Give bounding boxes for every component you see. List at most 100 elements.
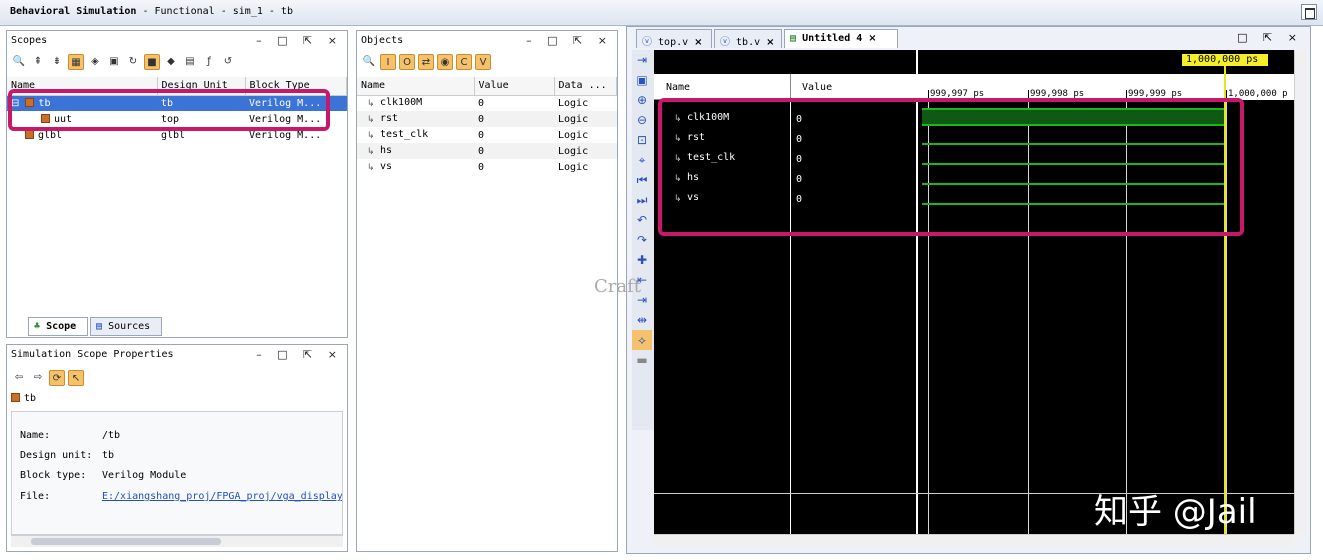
task-filter-icon[interactable]: ▤ [182,54,198,70]
zoom-in-icon[interactable]: ⊕ [632,90,652,110]
properties-toolbar: ⇦ ⇨ ⟳ ↖ [11,367,84,389]
wave-vs[interactable] [922,203,1224,205]
objects-window-controls[interactable]: – □ ⇱ × [526,34,613,47]
col-value[interactable]: Value [474,77,555,96]
inout-filter-icon[interactable]: ⇄ [418,54,434,70]
function-filter-icon[interactable]: ƒ [201,54,217,70]
waveform-area[interactable]: Name Value 999,997 ps 999,998 ps 999,999… [594,50,1294,534]
zoom-out-icon[interactable]: ⊖ [632,110,652,130]
sync-icon[interactable]: ⟳ [49,370,65,386]
time-cursor[interactable] [1224,66,1226,534]
tab-top-v[interactable]: ⓥ top.v × [636,29,712,48]
output-filter-icon[interactable]: O [399,54,415,70]
maximize-button[interactable] [1301,4,1317,20]
verilog-file-icon: ⓥ [720,37,730,48]
tab-untitled-4[interactable]: ▤ Untitled 4 × [784,29,898,48]
col-design-unit[interactable]: Design Unit [157,77,246,96]
wave-hs[interactable] [922,183,1224,185]
wave-signal-name[interactable]: ↳ clk100M [674,112,729,124]
wave-clk100M[interactable] [922,108,1224,126]
zoom-cursor-icon[interactable]: ⌖ [632,150,652,170]
close-icon[interactable]: × [766,37,774,48]
prop-name-label: Name: [20,430,51,441]
cursor-time-label[interactable]: 1,000,000 ps [1182,54,1268,66]
signal-icon: ↳ [367,147,375,157]
add-marker-icon[interactable]: ✚ [632,250,652,270]
window-title: Behavioral Simulation - Functional - sim… [10,6,293,17]
tab-sources[interactable]: ▤ Sources [90,317,162,336]
go-to-end-icon[interactable]: ⏭ [632,190,652,210]
title-bar: Behavioral Simulation - Functional - sim… [0,0,1323,26]
swap-cursors-icon[interactable]: ⇹ [632,310,652,330]
input-signal-icon: ↳ [674,134,682,144]
table-row[interactable]: ↳ hs 0 Logic [357,143,617,159]
search-icon[interactable]: 🔍 [361,54,377,70]
block-filter-icon[interactable]: ▣ [106,54,122,70]
scopes-toolbar: 🔍 ⇞ ⇟ ▦ ◈ ▣ ↻ ■ ◆ ▤ ƒ ↺ [11,51,236,73]
table-row[interactable]: ↳ clk100M 0 Logic [357,95,617,111]
col-name[interactable]: Name [357,77,475,96]
scrollbar-thumb[interactable] [31,538,221,545]
process-filter-icon[interactable]: ↻ [125,54,141,70]
wave-signal-name[interactable]: ↳ hs [674,172,699,184]
floating-ruler-icon[interactable]: ▬ [632,350,652,370]
next-transition-icon[interactable]: ↷ [632,230,652,250]
variable-filter-icon[interactable]: V [475,54,491,70]
prop-type-value: Verilog Module [102,470,187,481]
pointer-icon[interactable]: ↖ [68,370,84,386]
close-icon[interactable]: × [868,33,876,44]
wave-signal-name[interactable]: ↳ test_clk [674,152,735,164]
tab-scope[interactable]: ♣ Scope [28,317,88,336]
back-arrow-icon[interactable]: ⇦ [11,370,27,386]
wave-horizontal-scrollbar[interactable] [654,534,1294,546]
wave-col-name[interactable]: Name [666,82,690,93]
module-icon [11,393,20,402]
table-row[interactable]: ↳ rst 0 Logic [357,111,617,127]
scopes-window-controls[interactable]: – □ ⇱ × [256,34,343,47]
table-row[interactable]: ↳ vs 0 Logic [357,159,617,175]
wave-signal-name[interactable]: ↳ rst [674,132,705,144]
wave-signal-name[interactable]: ↳ vs [674,192,699,204]
refresh-icon[interactable]: ↺ [220,54,236,70]
col-data-type[interactable]: Data ... [554,77,617,96]
wave-vertical-scrollbar[interactable] [1294,50,1306,534]
table-row[interactable]: ⊟ tb tb Verilog M... [7,95,347,111]
wave-rst[interactable] [922,143,1224,145]
prop-file-label: File: [20,491,51,502]
constant-filter-icon[interactable]: C [456,54,472,70]
expand-all-icon[interactable]: ⇟ [49,54,65,70]
save-icon[interactable]: ▣ [632,70,652,90]
prop-file-link[interactable]: E:/xiangshang_proj/FPGA_proj/vga_display… [102,491,342,502]
wave-signal-value: 0 [796,154,803,165]
properties-box: Name: /tb Design unit: tb Block type: Ve… [11,411,343,535]
table-row[interactable]: uut top Verilog M... [7,111,347,127]
module-filter-icon[interactable]: ▦ [68,54,84,70]
package-filter-icon[interactable]: ◈ [87,54,103,70]
wave-test-clk[interactable] [922,163,1224,165]
previous-transition-icon[interactable]: ↶ [632,210,652,230]
scope-properties-panel: Simulation Scope Properties – □ ⇱ × ⇦ ⇨ … [6,344,348,552]
scope-properties-window-controls[interactable]: – □ ⇱ × [256,348,343,361]
collapse-all-icon[interactable]: ⇞ [30,54,46,70]
search-icon[interactable]: 🔍 [11,54,27,70]
instance-filter-icon[interactable]: ■ [144,54,160,70]
tab-tb-v[interactable]: ⓥ tb.v × [714,29,782,48]
table-row[interactable]: glbl glbl Verilog M... [7,127,347,143]
property-item: tb [11,393,36,404]
wave-window-controls[interactable]: □ ⇱ × [1237,31,1303,44]
internal-filter-icon[interactable]: ◉ [437,54,453,70]
input-filter-icon[interactable]: I [380,54,396,70]
col-name[interactable]: Name [7,77,158,96]
zoom-fit-icon[interactable]: ⊡ [632,130,652,150]
table-row[interactable]: ↳ test_clk 0 Logic [357,127,617,143]
cube-filter-icon[interactable]: ◆ [163,54,179,70]
close-icon[interactable]: × [694,37,702,48]
col-block-type[interactable]: Block Type [245,77,347,96]
go-to-start-icon[interactable]: ⏮ [632,170,652,190]
properties-scrollbar[interactable] [11,535,343,547]
wave-col-value[interactable]: Value [802,82,832,93]
forward-arrow-icon[interactable]: ⇨ [30,370,46,386]
arrow-right-icon[interactable]: ⇥ [632,50,652,70]
snap-to-transition-icon[interactable]: ⟡ [632,330,652,350]
collapse-icon[interactable]: ⊟ [11,98,19,109]
